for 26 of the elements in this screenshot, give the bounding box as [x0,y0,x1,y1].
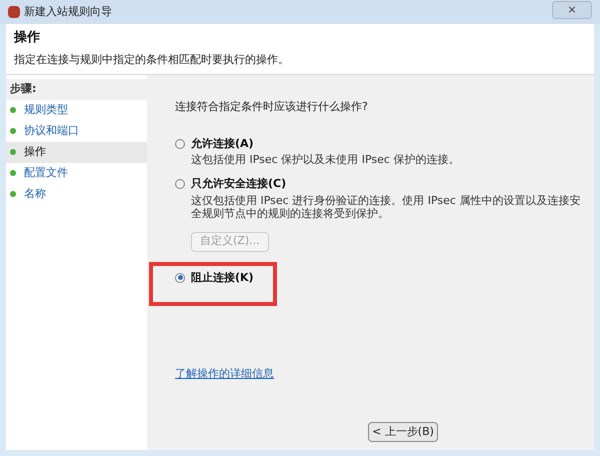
page-description: 指定在连接与规则中指定的条件相匹配时要执行的操作。 [14,52,290,68]
step-item[interactable]: 名称 [6,184,147,204]
step-item[interactable]: 协议和端口 [6,120,147,142]
step-item[interactable]: 操作 [6,142,147,162]
step-item[interactable]: 规则类型 [6,100,147,120]
page-heading: 操作 [14,29,41,47]
radio-button[interactable] [175,138,185,149]
bullet-icon [10,107,16,113]
window-title: 新建入站规则向导 [24,4,112,20]
question-text: 连接符合指定条件时应该进行什么操作? [175,99,369,115]
back-button[interactable]: < 上一步(B) [368,422,438,442]
details-link[interactable]: 了解操作的详细信息 [175,366,584,382]
close-button[interactable]: × [552,1,592,19]
bullet-icon [10,149,16,155]
option-description: 这包括使用 IPsec 保护以及未使用 IPsec 保护的连接。 [191,153,460,166]
step-item[interactable]: 配置文件 [6,162,147,184]
option-description: 这仅包括使用 IPsec 进行身份验证的连接。使用 IPsec 属性中的设置以及连接安全规则节点中的规则的连接将受到保护。 [191,194,581,220]
steps-heading: 步骤: [6,79,147,100]
radio-button[interactable] [175,179,185,190]
radio-button[interactable] [175,272,185,283]
radio-option[interactable]: 阻止连接(K) [175,270,273,286]
bullet-icon [10,191,16,197]
radio-option[interactable]: 只允许安全连接(C) [175,176,584,192]
bullet-icon [10,128,16,134]
bullet-icon [10,170,16,176]
radio-option[interactable]: 允许连接(A) [175,136,584,152]
